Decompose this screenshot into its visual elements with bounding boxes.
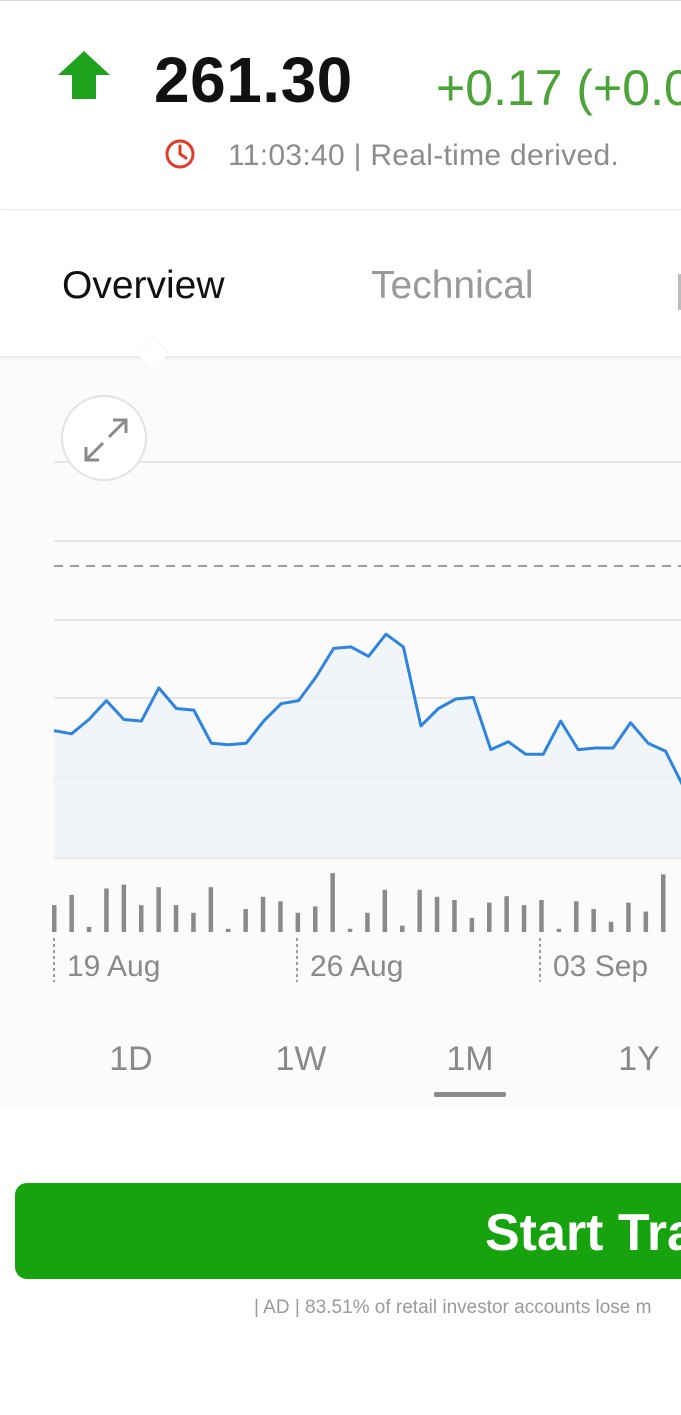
volume-bar (52, 905, 57, 932)
expand-arrows-icon (84, 418, 128, 462)
volume-bar (539, 900, 544, 932)
volume-bar (452, 900, 457, 932)
start-trading-label: Start Tra (485, 1204, 681, 1262)
volume-bar (226, 928, 231, 932)
tab-overview[interactable]: Overview (62, 264, 225, 308)
volume-bar (139, 905, 144, 932)
volume-bar (191, 912, 196, 932)
volume-bar (591, 909, 596, 932)
volume-bar (208, 887, 214, 932)
volume-bar (556, 928, 562, 932)
volume-bar (69, 894, 74, 932)
volume-bar (347, 928, 353, 932)
tab-bar: Overview Technical (0, 210, 681, 356)
volume-bar (574, 901, 579, 932)
volume-bar (469, 917, 475, 932)
start-trading-button[interactable]: Start Tra (15, 1183, 681, 1279)
volume-bar (243, 909, 248, 932)
volume-bar (608, 921, 614, 932)
expand-chart-button[interactable] (61, 395, 147, 481)
volume-bar (330, 873, 335, 932)
x-label: 03 Sep (553, 950, 648, 983)
x-label: 19 Aug (67, 950, 160, 983)
volume-bar (504, 896, 509, 932)
volume-bar (121, 884, 127, 932)
volume-bar (313, 906, 318, 932)
volume-bar (86, 926, 92, 932)
volume-bar (295, 912, 301, 932)
volume-bar (434, 896, 440, 932)
volume-bar (365, 912, 370, 932)
volume-bar (487, 902, 492, 932)
x-label: 26 Aug (310, 950, 403, 983)
volume-bar (661, 874, 666, 932)
volume-bar (260, 896, 266, 932)
volume-bar (382, 889, 388, 932)
volume-bar (643, 911, 649, 932)
volume-bar (278, 901, 283, 932)
volume-bar (104, 888, 109, 932)
volume-bar (156, 887, 161, 932)
tab-technical[interactable]: Technical (371, 264, 534, 308)
volume-bar (521, 905, 527, 932)
volume-bar (400, 925, 405, 932)
volume-bar (173, 905, 179, 932)
price-area-fill (54, 634, 681, 858)
volume-bar (626, 902, 631, 932)
volume-bar (417, 889, 422, 932)
volume-bars (52, 873, 666, 932)
